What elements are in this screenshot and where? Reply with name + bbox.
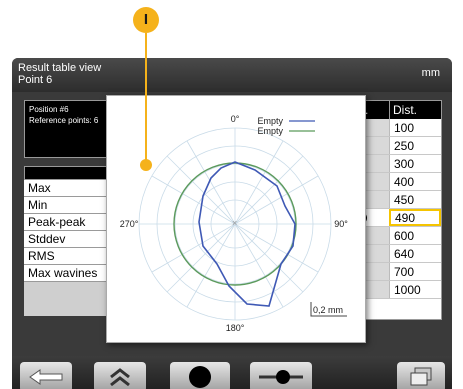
scroll-up-button[interactable] xyxy=(94,362,146,389)
column-header-dist: Dist. xyxy=(389,101,441,119)
table-row[interactable]: 1000 xyxy=(353,281,441,299)
pages-icon xyxy=(410,367,432,386)
dist-cell: 600 xyxy=(389,227,441,244)
table-row[interactable]: 450 xyxy=(353,191,441,209)
table-row-selected[interactable]: 490 xyxy=(353,209,441,227)
title-bar: Result table view Point 6 mm xyxy=(12,58,452,92)
unit-label: mm xyxy=(421,67,440,79)
center-mark: × xyxy=(232,218,237,228)
dist-cell: 250 xyxy=(389,137,441,154)
dist-cell: 640 xyxy=(389,245,441,262)
table-row[interactable]: 300 xyxy=(353,155,441,173)
callout-dot xyxy=(140,159,152,171)
window-title: Result table view xyxy=(18,62,102,74)
table-row[interactable]: 250 xyxy=(353,137,441,155)
scale-label: 0,2 mm xyxy=(313,305,343,315)
slider-button[interactable] xyxy=(250,362,312,389)
dist-cell: 400 xyxy=(389,173,441,190)
angle-label-90: 90° xyxy=(334,219,348,229)
angle-label-270: 270° xyxy=(120,219,139,229)
double-chevron-up-icon xyxy=(110,368,130,387)
table-row[interactable]: 640 xyxy=(353,245,441,263)
table-row[interactable]: 600 xyxy=(353,227,441,245)
angle-label-180: 180° xyxy=(226,323,245,333)
legend-label-1: Empty xyxy=(257,116,283,126)
table-row[interactable]: 700 xyxy=(353,263,441,281)
table-header: ef. Dist. xyxy=(353,101,441,119)
back-button[interactable] xyxy=(20,362,72,389)
dist-cell: 100 xyxy=(389,119,441,136)
slider-icon xyxy=(259,370,303,384)
dist-cell: 450 xyxy=(389,191,441,208)
legend-label-2: Empty xyxy=(257,126,283,136)
angle-label-0: 0° xyxy=(231,114,240,124)
callout-marker: I xyxy=(133,7,159,33)
dist-cell: 490 xyxy=(389,209,441,226)
window-subtitle: Point 6 xyxy=(18,74,53,86)
pages-button[interactable] xyxy=(397,362,445,389)
dist-cell: 300 xyxy=(389,155,441,172)
dist-cell: 1000 xyxy=(389,281,441,298)
back-arrow-icon xyxy=(29,369,63,385)
view-mode-button[interactable] xyxy=(170,362,230,389)
callout-line xyxy=(145,33,147,161)
table-row[interactable]: 400 xyxy=(353,173,441,191)
bottom-toolbar xyxy=(12,356,452,389)
dist-cell: 700 xyxy=(389,263,441,280)
table-row[interactable]: 100 xyxy=(353,119,441,137)
circle-icon xyxy=(189,366,211,388)
